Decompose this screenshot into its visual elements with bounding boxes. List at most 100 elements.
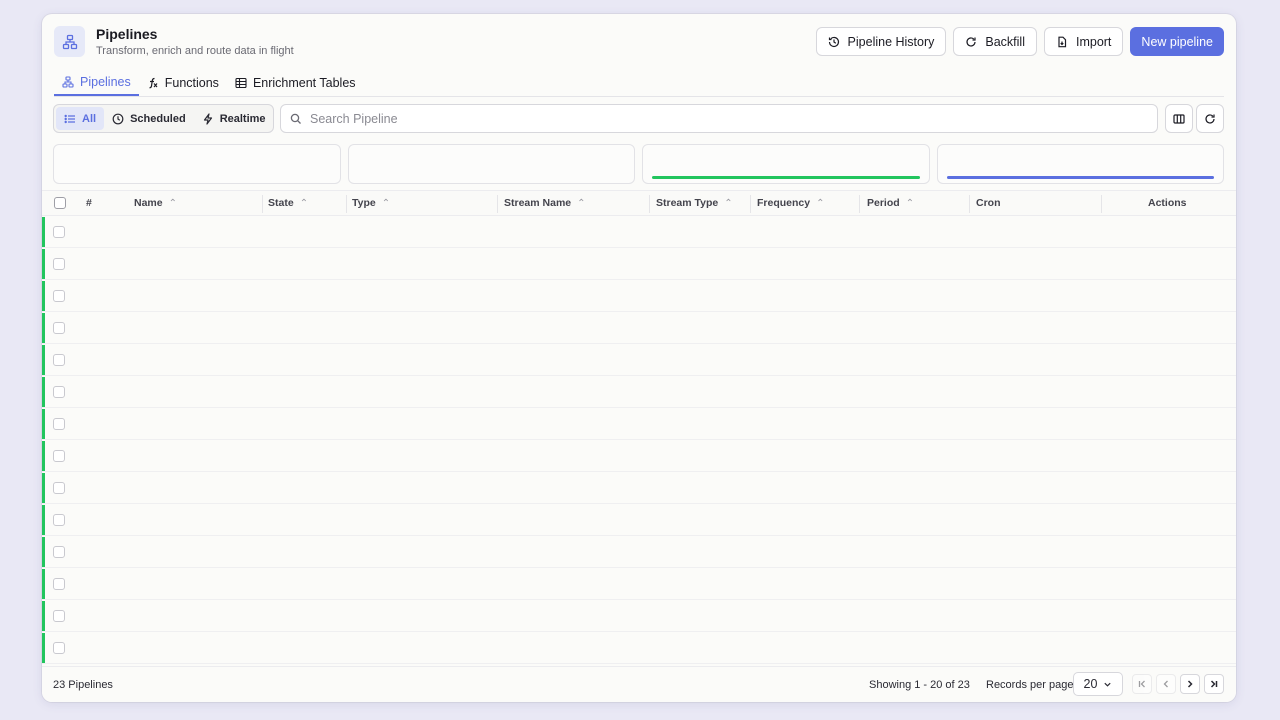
row-checkbox[interactable] — [53, 322, 65, 334]
row-checkbox[interactable] — [53, 642, 65, 654]
row-checkbox[interactable] — [53, 546, 65, 558]
backfill-button[interactable]: Backfill — [953, 27, 1037, 56]
last-page-button[interactable] — [1204, 674, 1224, 694]
first-page-button[interactable] — [1132, 674, 1152, 694]
column-header-label: Type — [352, 197, 376, 209]
row-checkbox[interactable] — [53, 578, 65, 590]
column-header-stream-type[interactable]: Stream Type ⌃ — [656, 197, 733, 209]
clock-icon — [112, 113, 124, 124]
last-page-icon — [1210, 680, 1218, 688]
column-header-cron: Cron — [976, 197, 1001, 209]
filter-all-label: All — [82, 112, 97, 125]
row-checkbox[interactable] — [53, 258, 65, 270]
page-title: Pipelines — [96, 26, 158, 42]
table-row[interactable] — [42, 280, 1236, 312]
records-per-page-value: 20 — [1083, 677, 1098, 691]
list-icon — [64, 114, 75, 123]
column-header-name[interactable]: Name ⌃ — [134, 197, 177, 209]
stat-cards — [53, 144, 1224, 184]
backfill-label: Backfill — [985, 34, 1025, 49]
records-per-page-select[interactable]: 20 — [1073, 672, 1123, 696]
row-status-accent — [42, 633, 45, 663]
column-divider — [649, 195, 650, 213]
tab-enrichment-tables-label: Enrichment Tables — [252, 75, 356, 90]
column-header-stream-name[interactable]: Stream Name ⌃ — [504, 197, 586, 209]
table-row[interactable] — [42, 216, 1236, 248]
previous-page-button[interactable] — [1156, 674, 1176, 694]
column-divider — [750, 195, 751, 213]
tab-functions[interactable]: Functions — [139, 69, 227, 96]
row-checkbox[interactable] — [53, 482, 65, 494]
table-row[interactable] — [42, 440, 1236, 472]
table-row[interactable] — [42, 632, 1236, 664]
row-checkbox[interactable] — [53, 610, 65, 622]
search-input[interactable] — [310, 111, 1130, 126]
select-all-checkbox[interactable] — [54, 197, 66, 209]
table-row[interactable] — [42, 568, 1236, 600]
sort-icon: ⌃ — [299, 197, 309, 209]
page-header: Pipelines Transform, enrich and route da… — [54, 26, 1224, 72]
function-icon — [149, 77, 158, 88]
pipeline-history-button[interactable]: Pipeline History — [815, 27, 947, 56]
table-row[interactable] — [42, 312, 1236, 344]
sort-icon: ⌃ — [905, 197, 915, 209]
tab-pipelines-label: Pipelines — [80, 74, 131, 89]
column-header-frequency[interactable]: Frequency ⌃ — [757, 197, 825, 209]
column-header-actions: Actions — [1148, 197, 1187, 209]
column-header-label: Stream Type — [656, 197, 719, 209]
refresh-button[interactable] — [1196, 104, 1224, 133]
pipeline-history-label: Pipeline History — [847, 34, 935, 49]
filter-scheduled-button[interactable]: Scheduled — [104, 107, 194, 130]
pipeline-app-icon — [54, 26, 85, 57]
table-header: # Name ⌃ State ⌃ Type ⌃ Stream Name ⌃ Stream… — [42, 190, 1236, 216]
row-checkbox[interactable] — [53, 226, 65, 238]
row-status-accent — [42, 345, 45, 375]
column-header-type[interactable]: Type ⌃ — [352, 197, 390, 209]
new-pipeline-button[interactable]: New pipeline — [1130, 27, 1224, 56]
table-row[interactable] — [42, 536, 1236, 568]
tab-pipelines[interactable]: Pipelines — [54, 69, 139, 96]
table-row[interactable] — [42, 248, 1236, 280]
next-page-button[interactable] — [1180, 674, 1200, 694]
column-header-label: Cron — [976, 197, 1001, 209]
row-checkbox[interactable] — [53, 354, 65, 366]
chevron-right-icon — [1187, 680, 1193, 688]
column-header-label: State — [268, 197, 294, 209]
column-header-period[interactable]: Period ⌃ — [867, 197, 914, 209]
table-row[interactable] — [42, 472, 1236, 504]
row-checkbox[interactable] — [53, 386, 65, 398]
pipeline-icon — [62, 75, 74, 88]
row-checkbox[interactable] — [53, 418, 65, 430]
filter-all-button[interactable]: All — [56, 107, 105, 130]
sort-icon: ⌃ — [724, 197, 733, 209]
column-settings-button[interactable] — [1165, 104, 1193, 133]
table-row[interactable] — [42, 504, 1236, 536]
table-row[interactable] — [42, 376, 1236, 408]
row-status-accent — [42, 537, 45, 567]
table-row[interactable] — [42, 600, 1236, 632]
table-row[interactable] — [42, 408, 1236, 440]
row-status-accent — [42, 409, 45, 439]
tab-enrichment-tables[interactable]: Enrichment Tables — [227, 69, 364, 96]
search-icon — [290, 113, 301, 124]
column-header-label: # — [86, 197, 92, 209]
column-header-state[interactable]: State ⌃ — [268, 197, 308, 209]
stat-card-progress-bar — [946, 176, 1214, 179]
row-checkbox[interactable] — [53, 290, 65, 302]
stat-card — [347, 144, 635, 184]
row-status-accent — [42, 601, 45, 631]
row-checkbox[interactable] — [53, 450, 65, 462]
refresh-icon — [1205, 113, 1215, 124]
column-header-index: # — [86, 197, 92, 209]
import-button[interactable]: Import — [1043, 27, 1124, 56]
table-row[interactable] — [42, 344, 1236, 376]
filter-realtime-button[interactable]: Realtime — [194, 107, 274, 130]
showing-range: Showing 1 - 20 of 23 — [869, 679, 970, 691]
row-checkbox[interactable] — [53, 514, 65, 526]
column-divider — [859, 195, 860, 213]
table-footer: 23 Pipelines Showing 1 - 20 of 23 Record… — [42, 666, 1236, 702]
column-divider — [346, 195, 347, 213]
column-divider — [1101, 195, 1102, 213]
column-divider — [969, 195, 970, 213]
filter-scheduled-label: Scheduled — [130, 112, 186, 125]
